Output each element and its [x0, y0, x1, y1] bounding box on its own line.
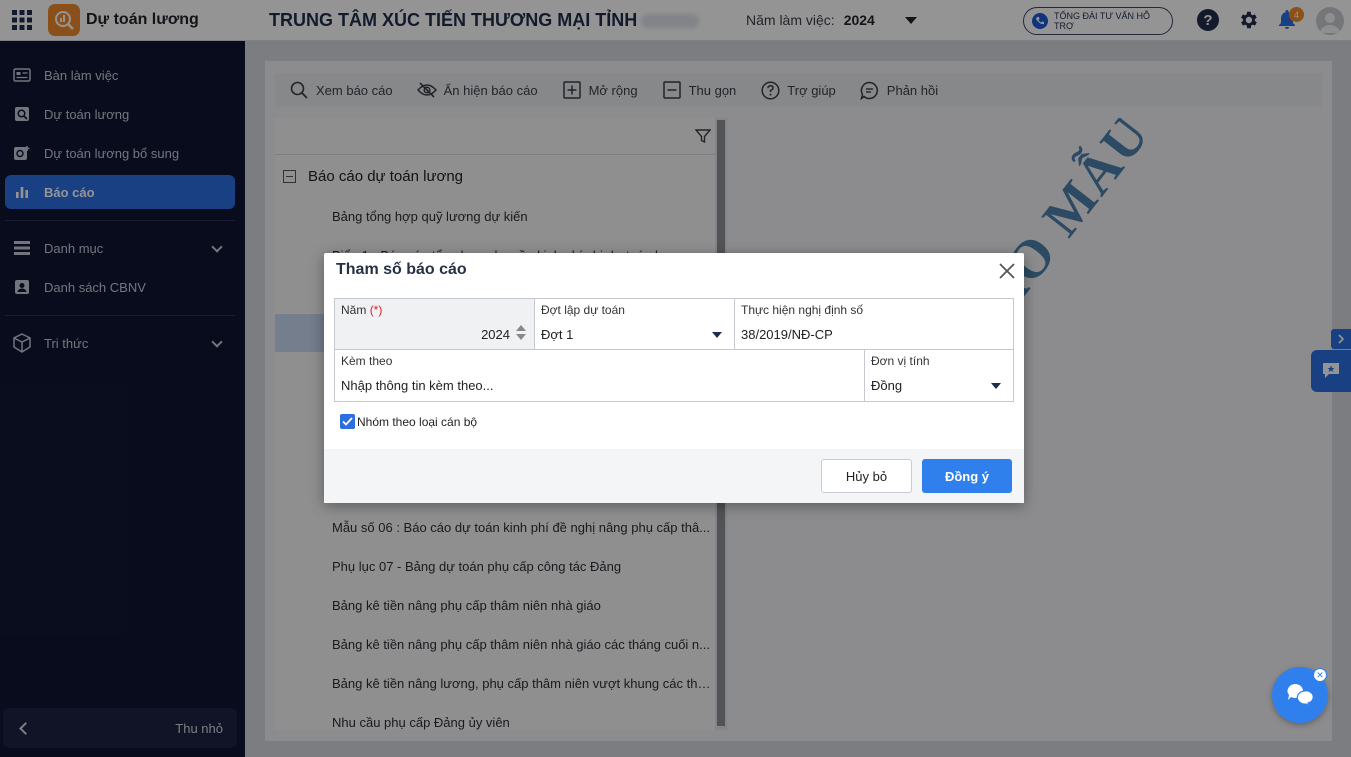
ok-button[interactable]: Đồng ý	[922, 459, 1012, 493]
batch-value: Đợt 1	[541, 327, 574, 342]
decree-label: Thực hiện nghị định số	[741, 303, 864, 317]
dropdown-caret-icon[interactable]	[991, 383, 1001, 389]
year-value: 2024	[481, 327, 510, 342]
spinner-down-icon[interactable]	[516, 334, 526, 340]
attachment-placeholder: Nhập thông tin kèm theo...	[341, 378, 494, 393]
attachment-field[interactable]: Kèm theo Nhập thông tin kèm theo...	[334, 349, 865, 402]
unit-value: Đồng	[871, 378, 903, 393]
dropdown-caret-icon[interactable]	[712, 332, 722, 338]
report-parameters-dialog: Tham số báo cáo Năm (*) 2024 Đợt lập dự …	[324, 253, 1024, 503]
dialog-footer: Hủy bỏ Đồng ý	[324, 449, 1024, 503]
decree-value: 38/2019/NĐ-CP	[741, 327, 833, 342]
batch-select[interactable]: Đợt lập dự toán Đợt 1	[534, 298, 735, 350]
dialog-title: Tham số báo cáo	[336, 261, 467, 278]
spinner-up-icon[interactable]	[516, 325, 526, 331]
unit-select[interactable]: Đơn vị tính Đồng	[864, 349, 1014, 402]
decree-field[interactable]: Thực hiện nghị định số 38/2019/NĐ-CP	[734, 298, 1014, 350]
year-label-text: Năm	[341, 303, 367, 317]
year-label: Năm (*)	[341, 303, 382, 317]
year-field[interactable]: Năm (*) 2024	[334, 298, 535, 350]
required-mark: (*)	[369, 303, 383, 317]
batch-label: Đợt lập dự toán	[541, 303, 625, 317]
close-icon[interactable]: ✕	[1313, 668, 1327, 682]
chat-icon	[1287, 683, 1314, 707]
group-by-staff-type-checkbox[interactable]	[340, 414, 355, 429]
number-spinner-icon[interactable]	[516, 325, 526, 343]
attachment-label: Kèm theo	[341, 354, 393, 368]
unit-label: Đơn vị tính	[871, 354, 930, 368]
group-by-staff-type-label: Nhóm theo loại cán bộ	[357, 414, 478, 429]
group-by-staff-type-option[interactable]: Nhóm theo loại cán bộ	[340, 414, 477, 429]
cancel-button[interactable]: Hủy bỏ	[821, 459, 912, 493]
close-icon[interactable]	[997, 261, 1017, 281]
